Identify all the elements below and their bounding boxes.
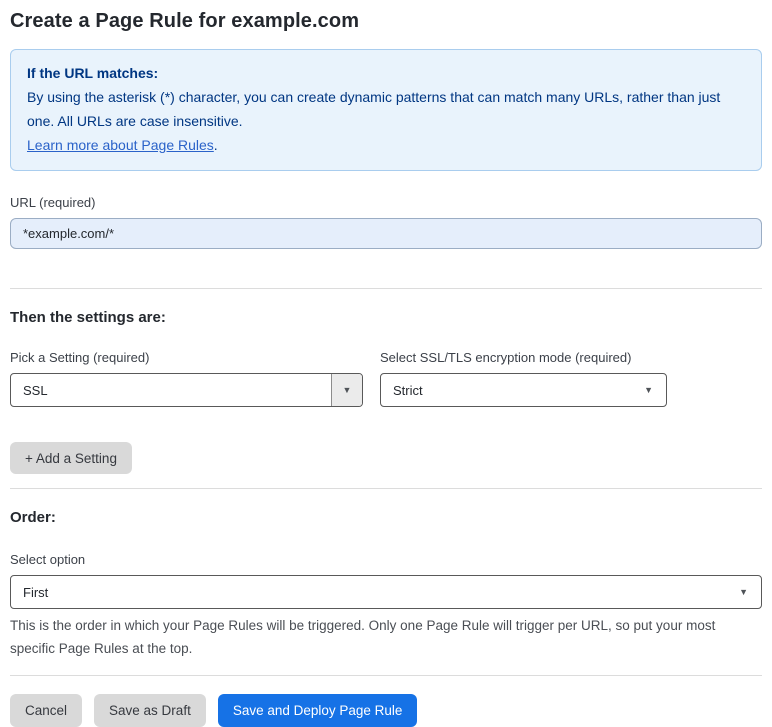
order-help-text: This is the order in which your Page Rul… xyxy=(10,618,716,656)
pick-setting-value: SSL xyxy=(23,382,48,398)
order-dropdown[interactable]: First ▼ xyxy=(10,575,762,609)
info-box-heading: If the URL matches: xyxy=(27,65,159,81)
divider xyxy=(10,288,762,289)
settings-row: Pick a Setting (required) SSL ▼ Select S… xyxy=(10,350,762,407)
dropdown-arrow-box[interactable]: ▼ xyxy=(331,374,362,406)
add-setting-row: + Add a Setting xyxy=(10,442,762,474)
page-rule-form: Create a Page Rule for example.com If th… xyxy=(0,0,772,727)
info-box-link-line: Learn more about Page Rules. xyxy=(27,133,745,157)
order-select-label: Select option xyxy=(10,552,86,567)
link-suffix: . xyxy=(213,137,218,153)
settings-section-heading: Then the settings are: xyxy=(10,309,166,326)
add-setting-button[interactable]: + Add a Setting xyxy=(10,442,132,474)
ssl-mode-label: Select SSL/TLS encryption mode (required… xyxy=(380,350,632,365)
pick-setting-column: Pick a Setting (required) SSL ▼ xyxy=(10,350,363,407)
ssl-mode-value: Strict xyxy=(393,382,423,398)
page-title: Create a Page Rule for example.com xyxy=(10,10,360,32)
ssl-mode-dropdown[interactable]: Strict ▼ xyxy=(380,373,667,407)
pick-setting-dropdown[interactable]: SSL ▼ xyxy=(10,373,363,407)
divider xyxy=(10,488,762,489)
info-box-body: By using the asterisk (*) character, you… xyxy=(27,89,721,129)
chevron-down-icon: ▼ xyxy=(644,384,653,395)
url-input[interactable] xyxy=(10,218,762,249)
divider xyxy=(10,675,762,676)
url-field-label: URL (required) xyxy=(10,195,96,210)
ssl-mode-column: Select SSL/TLS encryption mode (required… xyxy=(380,350,667,407)
chevron-down-icon: ▼ xyxy=(342,384,352,395)
url-match-info-box: If the URL matches: By using the asteris… xyxy=(10,49,762,171)
order-value: First xyxy=(23,584,49,600)
chevron-down-icon: ▼ xyxy=(739,586,748,597)
order-section-heading: Order: xyxy=(10,509,56,526)
pick-setting-label: Pick a Setting (required) xyxy=(10,350,150,365)
learn-more-link[interactable]: Learn more about Page Rules xyxy=(27,137,214,153)
